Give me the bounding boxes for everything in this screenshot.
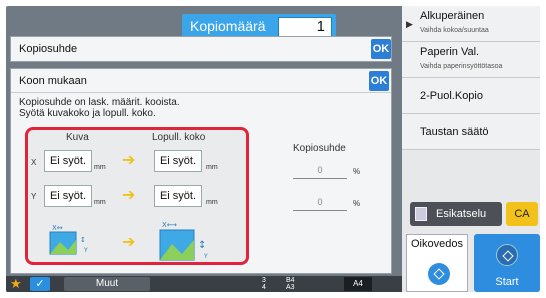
final-column-header: Lopull. koko (152, 132, 206, 143)
ratio-y-percent: % (353, 199, 361, 208)
size-input-panel: Kuva Lopull. koko X Ei syöt. mm ➔ Ei syö… (25, 127, 249, 265)
paper-select-label: Paperin Val. (420, 46, 480, 58)
svg-text:↕: ↕ (198, 240, 206, 251)
start-button[interactable]: Start (474, 234, 540, 292)
ratio-x-field: 0 (293, 165, 347, 179)
preview-icon (415, 207, 427, 221)
svg-text:Y: Y (83, 247, 88, 254)
svg-text:Y: Y (203, 253, 208, 260)
start-diamond-icon (428, 263, 450, 285)
arrow-right-icon: ➔ (122, 187, 136, 204)
size-ok-button[interactable]: OK (369, 71, 389, 91)
background-adjust-label: Taustan säätö (420, 126, 489, 138)
y-axis-label: Y (31, 192, 37, 201)
preview-label: Esikatselu (436, 208, 487, 220)
ratio-dialog: Kopiosuhde OK (10, 36, 392, 62)
start-label: Start (495, 276, 519, 288)
copier-screen: Kopiomäärä 1 ▶ Alkuperäinen Vaihda kokoa… (6, 6, 540, 292)
x-image-unit: mm (94, 164, 106, 171)
y-final-unit: mm (206, 199, 218, 206)
x-final-input[interactable]: Ei syöt. (154, 150, 202, 172)
x-image-input[interactable]: Ei syöt. (44, 150, 92, 172)
ratio-title: Kopiosuhde (293, 143, 346, 154)
x-final-unit: mm (206, 164, 218, 171)
original-sub: Vaihda kokoa/suuntaa (420, 27, 489, 34)
tray-4-size: A3 (286, 284, 295, 291)
tray-3-size: B4 (286, 277, 295, 284)
ratio-x-percent: % (353, 167, 361, 176)
size-dialog-description: Kopiosuhde on lask. määrit. kooista. Syö… (19, 97, 180, 119)
ratio-y-field: 0 (293, 197, 347, 211)
start-icon (496, 244, 518, 266)
desc-line-2: Syötä kuvakoko ja lopull. koko. (19, 108, 156, 119)
check-button[interactable]: ✓ (30, 277, 50, 291)
copies-input[interactable]: 1 (278, 17, 332, 37)
duplex-label: 2-Puol.Kopio (420, 90, 483, 102)
final-size-icon: X⟷ ↕ Y (159, 221, 208, 261)
y-image-unit: mm (94, 199, 106, 206)
original-label: Alkuperäinen (420, 10, 485, 22)
y-image-input[interactable]: Ei syöt. (44, 185, 92, 207)
ratio-dialog-title: Kopiosuhde (19, 43, 78, 55)
proof-copy-button[interactable]: Oikovedos (406, 234, 468, 292)
arrow-right-icon: ➔ (122, 234, 136, 251)
svg-text:X↔: X↔ (52, 224, 63, 232)
tray-4-number: 4 (262, 284, 266, 291)
image-size-icon: X↔ ↕ Y (49, 224, 88, 255)
background-adjust-button[interactable]: Taustan säätö (402, 114, 540, 150)
bottom-bar: ★ ✓ Muut 3 B4 4 A3 A4 (6, 276, 402, 292)
x-axis-label: X (31, 158, 37, 167)
paper-select-sub: Vaihda paperinsyöttötasoa (420, 63, 503, 70)
y-final-input[interactable]: Ei syöt. (154, 185, 202, 207)
duplex-button[interactable]: 2-Puol.Kopio (402, 78, 540, 114)
ratio-ok-button[interactable]: OK (371, 39, 391, 59)
size-dialog-header: Koon mukaan OK (11, 69, 391, 93)
paper-select-button[interactable]: Paperin Val. Vaihda paperinsyöttötasoa (402, 42, 540, 78)
paper-size-badge: A4 (344, 277, 372, 291)
svg-text:X⟷: X⟷ (162, 221, 177, 229)
other-button[interactable]: Muut (64, 277, 150, 291)
copies-label: Kopiomäärä (190, 18, 266, 34)
ca-button[interactable]: CA (506, 202, 538, 226)
preview-button[interactable]: Esikatselu (410, 202, 502, 226)
image-column-header: Kuva (66, 132, 89, 143)
play-arrow-icon: ▶ (406, 19, 413, 29)
star-icon[interactable]: ★ (10, 276, 22, 292)
original-button[interactable]: ▶ Alkuperäinen Vaihda kokoa/suuntaa (402, 6, 540, 42)
check-icon: ✓ (35, 278, 45, 290)
size-dialog: Koon mukaan OK Kopiosuhde on lask. määri… (10, 68, 392, 274)
arrow-right-icon: ➔ (122, 152, 136, 169)
size-dialog-title: Koon mukaan (19, 75, 87, 87)
tray-3-number: 3 (262, 277, 266, 284)
svg-text:↕: ↕ (80, 236, 86, 244)
desc-line-1: Kopiosuhde on lask. määrit. kooista. (19, 97, 180, 108)
proof-copy-label: Oikovedos (411, 238, 463, 250)
